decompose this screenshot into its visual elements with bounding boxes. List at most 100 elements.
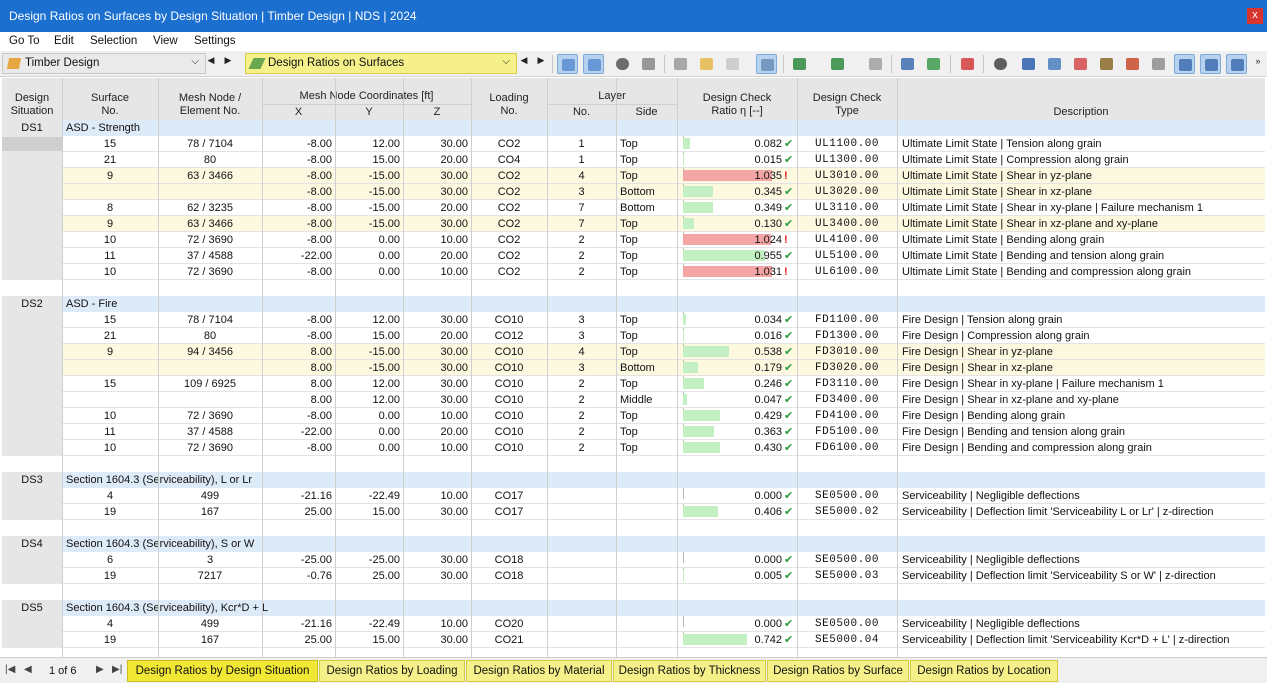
- import-excel-icon[interactable]: [827, 54, 848, 74]
- chart-icon[interactable]: [1122, 54, 1143, 74]
- coord-y: 0.00: [378, 410, 400, 422]
- design-situation-label[interactable]: DS3: [2, 472, 62, 488]
- ratio-bar: [683, 394, 688, 405]
- insert-column-icon[interactable]: [696, 54, 717, 74]
- tab-design-ratios-by-design-situation[interactable]: Design Ratios by Design Situation: [127, 660, 318, 682]
- layer-side: [620, 504, 677, 520]
- design-situation-label[interactable]: DS2: [2, 296, 62, 312]
- design-situation-label[interactable]: DS1: [2, 120, 62, 136]
- next-module-button[interactable]: ▶: [221, 55, 235, 66]
- tab-design-ratios-by-thickness[interactable]: Design Ratios by Thickness: [613, 660, 766, 682]
- help-icon[interactable]: [990, 54, 1011, 74]
- next-result-button[interactable]: ▶: [534, 55, 548, 66]
- pointer-select-icon[interactable]: [957, 54, 978, 74]
- col-loading-no[interactable]: Loading No.: [471, 92, 547, 118]
- description: Fire Design | Shear in xz-plane and xy-p…: [902, 394, 1119, 406]
- table-view-icon[interactable]: [670, 54, 691, 74]
- chevron-down-icon: ⌵: [191, 56, 199, 67]
- layer-icon[interactable]: [1044, 54, 1065, 74]
- col-layer-no[interactable]: No.: [547, 106, 616, 119]
- mesh-node: 72 / 3690: [187, 234, 233, 246]
- surface-no: 19: [103, 634, 117, 646]
- col-surface-no[interactable]: Surface No.: [62, 92, 158, 118]
- check-ok-icon: ✔: [784, 138, 794, 150]
- tab-design-ratios-by-location[interactable]: Design Ratios by Location: [910, 660, 1058, 682]
- surface-no: 9: [106, 170, 114, 182]
- selected-cell[interactable]: [2, 137, 62, 151]
- module-select[interactable]: Timber Design ⌵: [2, 53, 206, 74]
- timber-icon: [6, 58, 22, 69]
- menu-selection[interactable]: Selection: [90, 35, 137, 47]
- col-check-type[interactable]: Design Check Type: [797, 92, 897, 118]
- tab-design-ratios-by-loading[interactable]: Design Ratios by Loading: [319, 660, 465, 682]
- column-divider: [797, 78, 798, 657]
- layer-no: [547, 552, 616, 568]
- menu-settings[interactable]: Settings: [194, 35, 236, 47]
- export-excel-icon[interactable]: [789, 54, 810, 74]
- check-ok-icon: ✔: [784, 554, 794, 566]
- loading-no: CO21: [494, 634, 524, 646]
- result-select[interactable]: Design Ratios on Surfaces ⌵: [245, 53, 517, 74]
- close-button[interactable]: x: [1247, 8, 1263, 24]
- prev-result-button[interactable]: ◀: [517, 55, 531, 66]
- mesh-node: 62 / 3235: [187, 202, 233, 214]
- check-type: FD1100.00: [815, 314, 879, 326]
- design-situation-label[interactable]: DS5: [2, 600, 62, 616]
- menu-goto[interactable]: Go To: [9, 35, 39, 47]
- result-values-icon[interactable]: [638, 54, 659, 74]
- select-in-table-icon[interactable]: [583, 54, 604, 74]
- coord-z: 10.00: [440, 618, 468, 630]
- filter-limit-icon[interactable]: [1200, 54, 1221, 74]
- delete-column-icon[interactable]: [722, 54, 743, 74]
- column-settings-icon[interactable]: [756, 54, 777, 74]
- layer-no: 4: [578, 346, 585, 358]
- surface-no: 15: [103, 138, 117, 150]
- coord-x: 25.00: [304, 506, 332, 518]
- surface-no: 10: [103, 442, 117, 454]
- col-mesh-node[interactable]: Mesh Node / Element No.: [158, 92, 262, 118]
- surface-no: 9: [106, 346, 114, 358]
- col-x[interactable]: X: [262, 106, 335, 119]
- description: Ultimate Limit State | Compression along…: [902, 154, 1129, 166]
- select-object-icon[interactable]: [557, 54, 578, 74]
- col-side[interactable]: Side: [616, 106, 677, 119]
- menu-edit[interactable]: Edit: [54, 35, 74, 47]
- coord-z: 30.00: [440, 218, 468, 230]
- ratio-value: 0.082: [754, 138, 782, 150]
- col-design-situation[interactable]: Design Situation: [2, 92, 62, 118]
- decimal-places-icon[interactable]: [923, 54, 944, 74]
- menu-view[interactable]: View: [153, 35, 178, 47]
- view-icon[interactable]: [612, 54, 633, 74]
- design-situation-label[interactable]: DS4: [2, 536, 62, 552]
- first-page-button[interactable]: |◀: [5, 664, 15, 675]
- description: Ultimate Limit State | Shear in xy-plane…: [902, 202, 1204, 214]
- surface-no: [62, 360, 158, 376]
- connect-icon[interactable]: [1148, 54, 1169, 74]
- tab-design-ratios-by-material[interactable]: Design Ratios by Material: [466, 660, 612, 682]
- coord-z: 10.00: [440, 266, 468, 278]
- layer-no: 2: [578, 378, 585, 390]
- column-divider: [616, 78, 617, 657]
- col-z[interactable]: Z: [403, 106, 471, 119]
- col-y[interactable]: Y: [335, 106, 403, 119]
- filter-icon[interactable]: [897, 54, 918, 74]
- layer-no: 7: [578, 218, 585, 230]
- next-page-button[interactable]: ▶: [96, 664, 104, 675]
- prev-page-button[interactable]: ◀: [24, 664, 32, 675]
- more-icon[interactable]: »: [1251, 56, 1265, 66]
- filter-check-icon[interactable]: [1174, 54, 1195, 74]
- col-ratio[interactable]: Design Check Ratio η [--]: [677, 92, 797, 118]
- column-divider: [471, 78, 472, 657]
- stack-icon[interactable]: [1096, 54, 1117, 74]
- info-list-icon[interactable]: [1018, 54, 1039, 74]
- surface-no: 10: [103, 410, 117, 422]
- print-icon[interactable]: [865, 54, 886, 74]
- prev-module-button[interactable]: ◀: [204, 55, 218, 66]
- filter-color-icon[interactable]: [1226, 54, 1247, 74]
- tab-design-ratios-by-surface[interactable]: Design Ratios by Surface: [767, 660, 909, 682]
- col-description[interactable]: Description: [897, 106, 1265, 119]
- description: Serviceability | Deflection limit 'Servi…: [902, 570, 1216, 582]
- last-page-button[interactable]: ▶|: [112, 664, 122, 675]
- color-scale-icon[interactable]: [1070, 54, 1091, 74]
- loading-no: CO10: [494, 378, 524, 390]
